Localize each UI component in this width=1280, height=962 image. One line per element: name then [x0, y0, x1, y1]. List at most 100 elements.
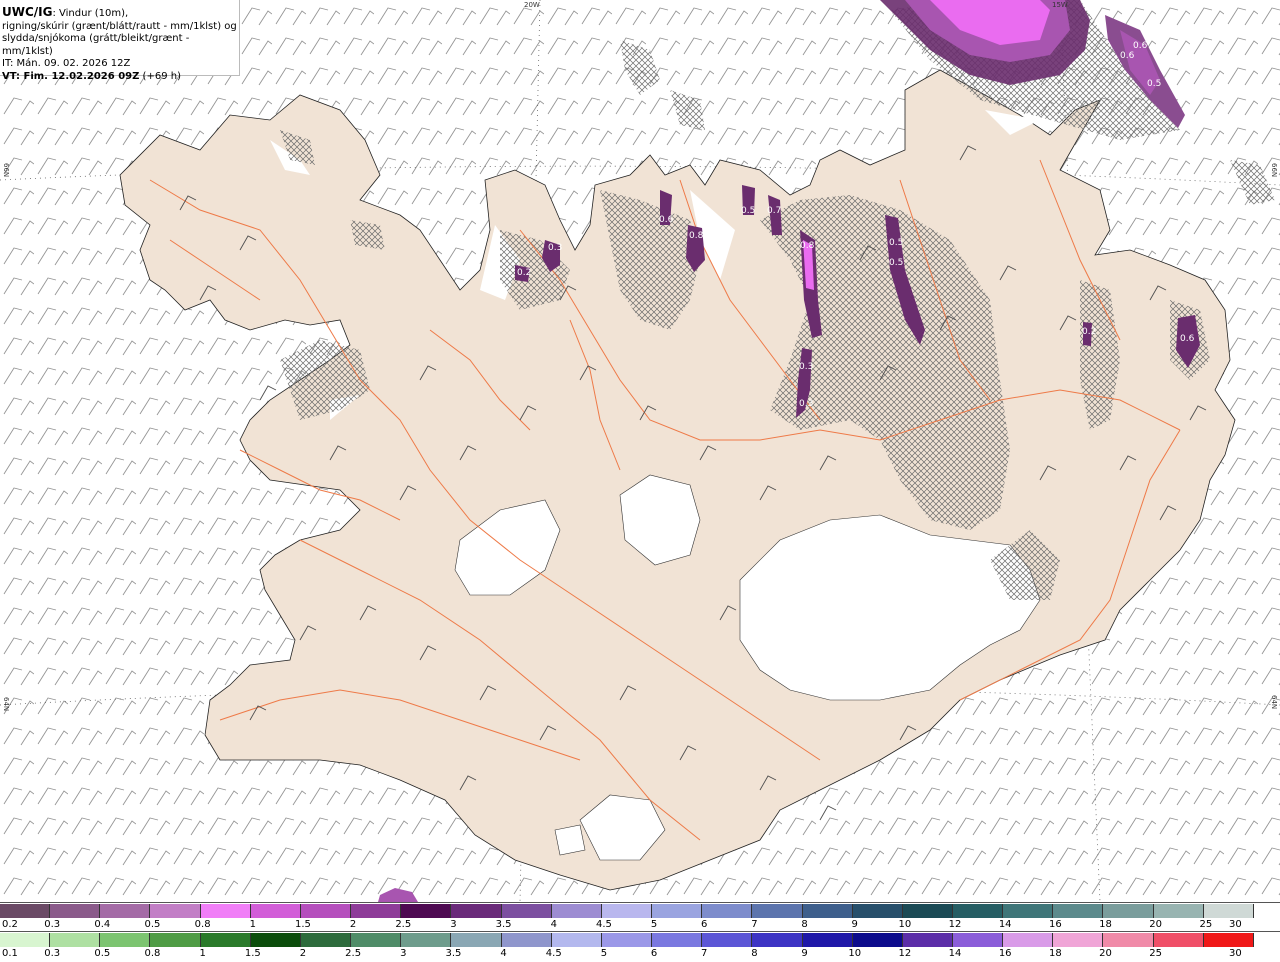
precip-label: 0.3 — [799, 362, 813, 372]
lat-label-66n-right: 66N — [1270, 163, 1278, 178]
snow-scale-swatch — [200, 904, 251, 918]
rain-scale-swatch — [0, 933, 51, 947]
snow-scale-label: 1.5 — [295, 919, 311, 930]
rain-scale-label: 6 — [650, 948, 658, 959]
precip-label: 0.5 — [889, 258, 903, 268]
lat-label-66n-left: 66N — [2, 163, 10, 178]
rain-scale-swatch — [351, 933, 402, 947]
rain-scale-swatch — [1103, 933, 1154, 947]
precip-label: 0.6 — [1133, 41, 1148, 51]
precip-label: 0.5 — [1147, 79, 1161, 89]
snow-scale-label: 6 — [701, 919, 708, 930]
snow-scale-label: 25 — [1199, 919, 1213, 930]
snow-scale-labels: 0.2 0.3 0.4 0.5 0.8 1 1.5 2 2.5 3 3.5 4 4.5 5 6 7 8 9 10 12… — [0, 919, 1280, 931]
rain-scale-swatch — [401, 933, 452, 947]
rain-scale-label: 3.5 — [445, 948, 462, 959]
rain-scale-swatch — [100, 933, 151, 947]
lat-label-64n-right: 64N — [1270, 695, 1278, 710]
rain-scale-label: 7 — [701, 948, 708, 959]
precip-label: 0.7 — [767, 206, 781, 216]
rain-scale-swatch — [250, 933, 301, 947]
rain-scale-label: 1.5 — [244, 948, 261, 959]
lon-label-20w: 20W — [524, 1, 540, 9]
precip-label: 0.2 — [517, 268, 531, 278]
legend-snow-line: slydda/snjókoma (grátt/bleikt/grænt - mm… — [2, 33, 190, 57]
snow-scale-swatch — [952, 904, 1004, 918]
rain-scale-labels: 0.1 0.3 0.5 0.8 1 1.5 2 2.5 3 3.5 4 4.5 5 6 7 8 9 10 12 14 1… — [0, 948, 1280, 960]
rain-scale-label: 1 — [199, 948, 206, 959]
forecast-hour: (+69 h) — [139, 70, 181, 82]
rain-scale-swatch — [902, 933, 953, 947]
rain-scale-label: 5 — [600, 948, 608, 959]
rain-scale-bar — [0, 933, 1254, 947]
snow-scale-swatch — [351, 904, 402, 918]
rain-scale-swatch — [451, 933, 502, 947]
rain-scale-swatch — [150, 933, 201, 947]
rain-scale-label: 2 — [299, 948, 307, 959]
precip-label: 0.6 — [659, 215, 674, 225]
glacier-eyjafjallajokull — [554, 824, 586, 856]
snow-scale-label: 18 — [1099, 919, 1112, 930]
snow-scale-swatch — [752, 904, 803, 918]
rain-scale-swatch — [802, 933, 853, 947]
rain-scale-swatch — [601, 933, 653, 947]
precip-label: 0.3 — [799, 399, 813, 409]
precip-label: 0.5 — [889, 238, 903, 248]
snow-scale-swatch — [1053, 904, 1104, 918]
snow-scale-label: 14 — [998, 919, 1012, 930]
snow-scale-label: 30 — [1229, 919, 1242, 930]
snow-scale-swatch — [451, 904, 502, 918]
init-time: IT: Mán. 09. 02. 2026 12Z — [2, 58, 131, 69]
rain-scale-swatch — [652, 933, 703, 947]
rain-scale-label: 0.5 — [94, 948, 111, 959]
snow-scale-label: 0.2 — [2, 919, 18, 930]
rain-scale-label: 0.3 — [44, 948, 61, 959]
rain-scale-label: 3 — [400, 948, 407, 959]
rain-scale-label: 14 — [948, 948, 962, 959]
rain-scale-swatch — [1053, 933, 1104, 947]
rain-scale-label: 2.5 — [345, 948, 362, 959]
rain-scale-label: 20 — [1099, 948, 1112, 959]
rain-scale-swatch — [1003, 933, 1054, 947]
snow-scale-label: 1 — [249, 919, 256, 930]
rain-scale-label: 9 — [801, 948, 808, 959]
precip-label: 0.8 — [689, 231, 704, 241]
rain-scale-label: 16 — [998, 948, 1012, 959]
rain-scale-swatch — [852, 933, 903, 947]
rain-scale-swatch — [1203, 933, 1254, 947]
snow-scale-label: 16 — [1048, 919, 1062, 930]
snow-scale-swatch — [0, 904, 51, 918]
rain-scale-swatch — [1153, 933, 1204, 947]
snow-scale-swatch — [902, 904, 953, 918]
precip-label: 0.3 — [548, 243, 562, 253]
rain-scale-label: 25 — [1149, 948, 1163, 959]
snow-scale-label: 4 — [550, 919, 557, 930]
rain-scale-label: 30 — [1229, 948, 1242, 959]
snow-scale-label: 3.5 — [495, 919, 512, 930]
snow-scale-label: 2.5 — [395, 919, 412, 930]
precip-label: 0.6 — [1180, 334, 1195, 344]
rain-scale-swatch — [752, 933, 803, 947]
map-title-line: UWC/IG: Vindur (10m), — [2, 6, 239, 21]
snow-scale-label: 5 — [650, 919, 658, 930]
snow-scale-swatch — [1103, 904, 1154, 918]
snow-scale-label: 12 — [948, 919, 962, 930]
snow-scale-swatch — [1003, 904, 1054, 918]
snow-scale-swatch — [401, 904, 452, 918]
rain-scale-swatch — [300, 933, 352, 947]
snow-scale-swatch — [802, 904, 853, 918]
rain-scale-swatch — [50, 933, 101, 947]
rain-scale-swatch — [702, 933, 753, 947]
snow-scale-swatch — [100, 904, 151, 918]
legend-rain-line: rigning/skúrir (grænt/blátt/rautt - mm/1… — [2, 20, 237, 32]
rain-scale-label: 8 — [751, 948, 758, 959]
snow-scale-label: 0.4 — [94, 919, 111, 930]
snow-scale-swatch — [150, 904, 201, 918]
rain-color-scale: 0.1 0.3 0.5 0.8 1 1.5 2 2.5 3 3.5 4 4.5 5 6 7 8 9 10 12 14 1… — [0, 931, 1280, 962]
snow-scale-label: 10 — [898, 919, 912, 930]
rain-scale-swatch — [200, 933, 251, 947]
snow-scale-bar — [0, 904, 1254, 918]
map-title: UWC/IG — [2, 5, 53, 19]
snow-scale-swatch — [1153, 904, 1204, 918]
precip-label: 0.6 — [1120, 51, 1135, 61]
